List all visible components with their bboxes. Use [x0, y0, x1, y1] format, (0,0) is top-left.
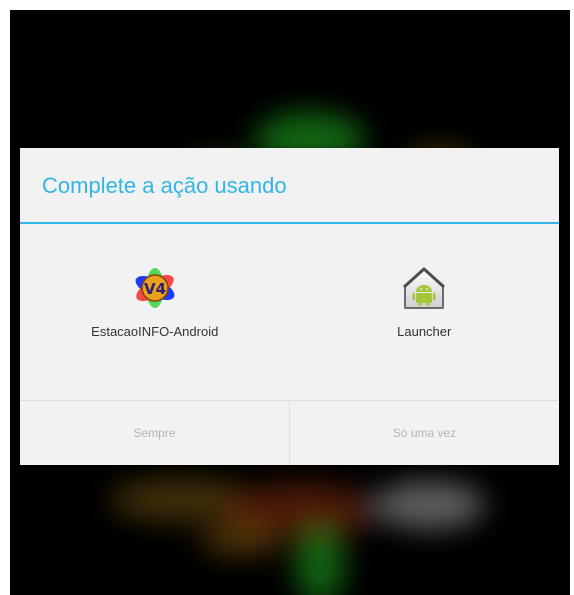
- chooser-dialog: Complete a ação usando V4 EstacaoINFO-An…: [20, 148, 559, 465]
- app-icon-badge: V4: [144, 280, 166, 298]
- app-option-estacaoinfo[interactable]: V4 EstacaoINFO-Android: [20, 224, 290, 400]
- dialog-title: Complete a ação usando: [20, 148, 559, 224]
- estacaoinfo-v4-app-icon: V4: [135, 268, 175, 308]
- app-option-launcher[interactable]: Launcher: [290, 224, 560, 400]
- app-list: V4 EstacaoINFO-Android Launcher: [20, 224, 559, 400]
- app-label-estacaoinfo: EstacaoINFO-Android: [91, 324, 219, 339]
- just-once-button[interactable]: Só uma vez: [289, 401, 559, 465]
- button-bar: Sempre Só uma vez: [20, 400, 559, 465]
- always-button[interactable]: Sempre: [20, 401, 289, 465]
- app-label-launcher: Launcher: [397, 324, 452, 339]
- android-launcher-house-icon: [403, 267, 446, 309]
